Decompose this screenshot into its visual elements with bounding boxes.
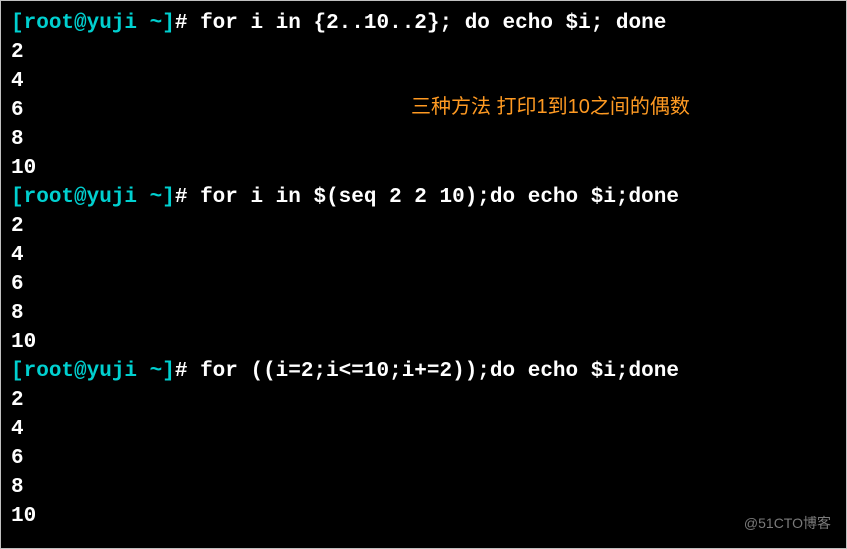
prompt-user-host: root@yuji ~ <box>24 360 163 383</box>
output-line: 4 <box>11 67 836 96</box>
prompt-line-3: [root@yuji ~]# for ((i=2;i<=10;i+=2));do… <box>11 357 836 386</box>
output-line: 6 <box>11 270 836 299</box>
prompt-user-host: root@yuji ~ <box>24 12 163 35</box>
bracket-open: [ <box>11 12 24 35</box>
bracket-open: [ <box>11 186 24 209</box>
output-line: 4 <box>11 415 836 444</box>
output-line: 2 <box>11 386 836 415</box>
bracket-close: ] <box>162 186 175 209</box>
command-2: for i in $(seq 2 2 10);do echo $i;done <box>200 186 679 209</box>
prompt-user-host: root@yuji ~ <box>24 186 163 209</box>
output-line: 2 <box>11 212 836 241</box>
output-line: 2 <box>11 38 836 67</box>
bracket-close: ] <box>162 360 175 383</box>
annotation-text: 三种方法 打印1到10之间的偶数 <box>411 95 690 119</box>
terminal[interactable]: [root@yuji ~]# for i in {2..10..2}; do e… <box>11 9 836 531</box>
output-line: 10 <box>11 154 836 183</box>
prompt-hash: # <box>175 360 200 383</box>
output-line: 8 <box>11 125 836 154</box>
output-line: 10 <box>11 328 836 357</box>
watermark: @51CTO博客 <box>744 509 831 538</box>
prompt-line-1: [root@yuji ~]# for i in {2..10..2}; do e… <box>11 9 836 38</box>
command-1: for i in {2..10..2}; do echo $i; done <box>200 12 666 35</box>
output-line: 8 <box>11 473 836 502</box>
output-line: 6 <box>11 444 836 473</box>
output-line: 8 <box>11 299 836 328</box>
bracket-open: [ <box>11 360 24 383</box>
prompt-hash: # <box>175 12 200 35</box>
prompt-line-2: [root@yuji ~]# for i in $(seq 2 2 10);do… <box>11 183 836 212</box>
bracket-close: ] <box>162 12 175 35</box>
output-line: 4 <box>11 241 836 270</box>
prompt-hash: # <box>175 186 200 209</box>
output-line: 10 <box>11 502 836 531</box>
command-3: for ((i=2;i<=10;i+=2));do echo $i;done <box>200 360 679 383</box>
